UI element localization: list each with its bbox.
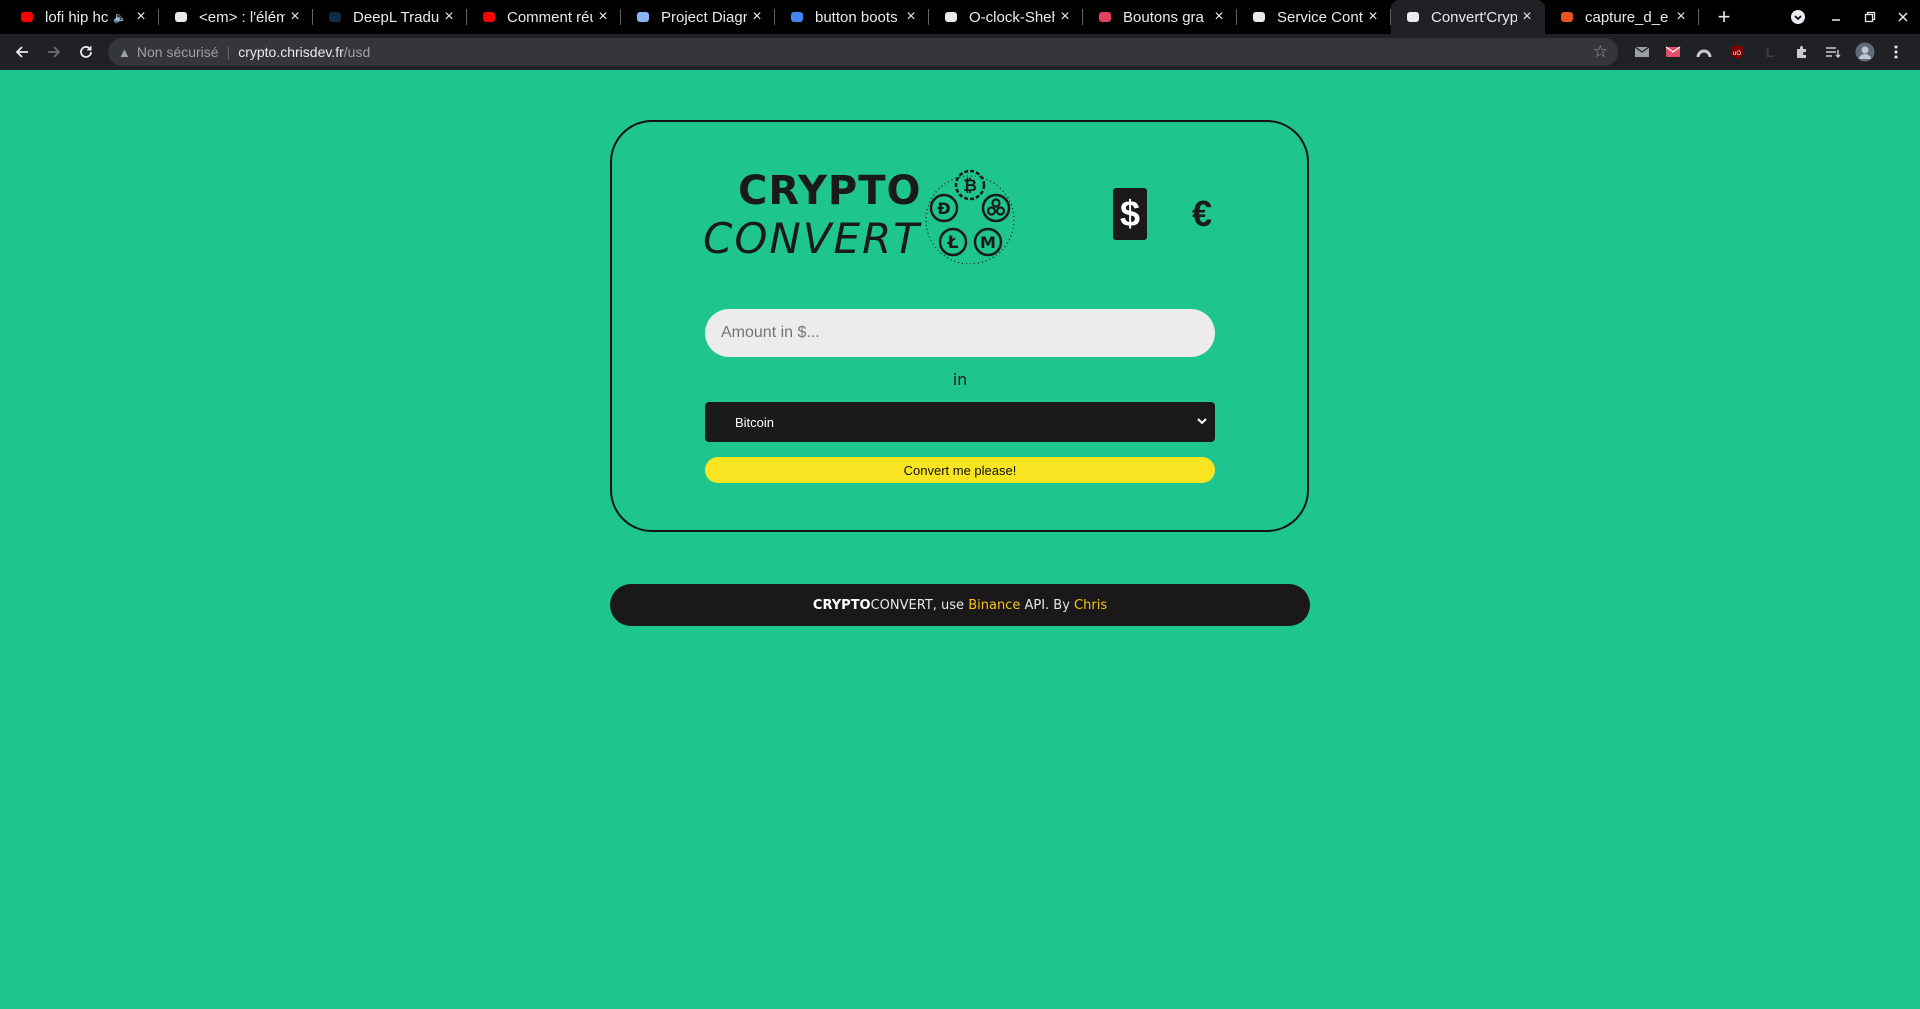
- svg-text:₿: ₿: [963, 176, 977, 196]
- hash-icon: [1097, 9, 1113, 25]
- tab-title: capture_d_e: [1585, 8, 1669, 26]
- mdn-icon: [173, 9, 189, 25]
- footer-brand-rest: CONVERT: [870, 597, 933, 613]
- google-icon: [789, 9, 805, 25]
- back-button[interactable]: [8, 38, 36, 66]
- security-label[interactable]: Non sécurisé: [137, 44, 219, 60]
- svg-text:Ð: Ð: [937, 199, 950, 218]
- tab-separator: [1698, 9, 1699, 25]
- youtube-icon: [19, 9, 35, 25]
- tab-title: Convert'Cryp: [1431, 8, 1517, 26]
- bookmark-star-icon[interactable]: ☆: [1593, 42, 1608, 62]
- url-divider: |: [226, 44, 231, 60]
- minimize-icon[interactable]: [1819, 0, 1853, 34]
- crypto-coins-icon: ₿ Ð Ł M: [925, 169, 1015, 264]
- tab-close-icon[interactable]: ×: [439, 8, 459, 26]
- usd-currency-button[interactable]: $: [1113, 188, 1147, 240]
- tab-title: Boutons gra: [1123, 8, 1204, 26]
- symfony-icon: [1251, 9, 1267, 25]
- youtube-icon: [481, 9, 497, 25]
- footer-text-by: API. By: [1020, 597, 1075, 613]
- arc-extension-icon[interactable]: [1694, 42, 1714, 62]
- deepl-icon: [327, 9, 343, 25]
- svg-text:Ł: Ł: [947, 233, 959, 253]
- reading-list-icon[interactable]: [1823, 42, 1843, 62]
- tab-9[interactable]: Service Conta ×: [1237, 0, 1391, 34]
- tab-title: O-clock-Sheh: [969, 8, 1055, 26]
- puzzle-extensions-icon[interactable]: [1792, 42, 1812, 62]
- convert-button[interactable]: Convert me please!: [705, 457, 1215, 483]
- tab-close-icon[interactable]: ×: [1055, 8, 1075, 26]
- tab-close-icon[interactable]: ×: [1671, 8, 1691, 26]
- footer-brand-bold: CRYPTO: [812, 597, 871, 613]
- globe-icon: [1405, 9, 1421, 25]
- browser-menu-icon[interactable]: [1886, 42, 1906, 62]
- new-tab-button[interactable]: +: [1710, 3, 1738, 31]
- tab-close-icon[interactable]: ×: [593, 8, 613, 26]
- footer-bar: CRYPTO CONVERT, use Binance API. By Chris: [610, 584, 1310, 626]
- ublock-extension-icon[interactable]: uO: [1727, 42, 1747, 62]
- address-bar[interactable]: ▲ Non sécurisé | crypto.chrisdev.fr /usd…: [108, 38, 1618, 66]
- tab-close-icon[interactable]: ×: [131, 8, 151, 26]
- gmail-extension-icon[interactable]: [1632, 42, 1652, 62]
- amount-input[interactable]: [705, 309, 1215, 357]
- tab-11[interactable]: capture_d_e ×: [1545, 0, 1699, 34]
- svg-text:uO: uO: [1733, 51, 1741, 57]
- forward-button[interactable]: [40, 38, 68, 66]
- reload-button[interactable]: [72, 38, 100, 66]
- logo-crypto-text: CRYPTO: [738, 168, 922, 214]
- tab-8[interactable]: Boutons gra ×: [1083, 0, 1237, 34]
- tab-title: Service Conta: [1277, 8, 1363, 26]
- tab-close-icon[interactable]: ×: [285, 8, 305, 26]
- in-label: in: [952, 370, 968, 389]
- flag-icon: [635, 9, 651, 25]
- eur-currency-button[interactable]: €: [1185, 190, 1219, 238]
- tab-title: DeepL Tradu: [353, 8, 439, 26]
- speaker-muted-icon[interactable]: 🔈: [113, 11, 131, 24]
- url-host: crypto.chrisdev.fr: [238, 44, 344, 60]
- tab-strip: lofi hip hc 🔈 × <em> : l'élém × DeepL Tradu × C…: [0, 0, 1920, 34]
- tab-title: button boots: [815, 8, 898, 26]
- crypto-select-value: Bitcoin: [735, 414, 775, 430]
- binance-link[interactable]: Binance: [968, 598, 1020, 613]
- tab-2[interactable]: <em> : l'élém ×: [159, 0, 313, 34]
- chevron-down-icon: [1197, 418, 1207, 425]
- tab-close-icon[interactable]: ×: [747, 8, 767, 26]
- close-window-icon[interactable]: [1886, 0, 1920, 34]
- tab-3[interactable]: DeepL Tradu ×: [313, 0, 467, 34]
- author-link[interactable]: Chris: [1074, 598, 1107, 613]
- tab-title: <em> : l'élém: [199, 8, 285, 26]
- github-icon: [943, 9, 959, 25]
- svg-text:M: M: [980, 233, 996, 252]
- tab-search-icon[interactable]: [1781, 0, 1815, 34]
- warning-icon[interactable]: ▲: [118, 45, 131, 60]
- logo-convert-text: CONVERT: [703, 214, 921, 263]
- restore-icon[interactable]: [1853, 0, 1887, 34]
- browser-toolbar: ▲ Non sécurisé | crypto.chrisdev.fr /usd…: [0, 34, 1920, 70]
- tab-6[interactable]: button boots ×: [775, 0, 929, 34]
- tab-close-icon[interactable]: ×: [1363, 8, 1383, 26]
- letter-l-extension-icon[interactable]: L: [1760, 42, 1780, 62]
- tab-close-icon[interactable]: ×: [901, 8, 921, 26]
- tab-7[interactable]: O-clock-Sheh ×: [929, 0, 1083, 34]
- mail-extension-icon[interactable]: [1663, 42, 1683, 62]
- tab-1[interactable]: lofi hip hc 🔈 ×: [5, 0, 159, 34]
- tab-4[interactable]: Comment réu ×: [467, 0, 621, 34]
- url-path: /usd: [343, 44, 371, 60]
- tab-title: Project Diagr: [661, 8, 747, 26]
- profile-avatar[interactable]: [1855, 42, 1875, 62]
- tab-close-icon[interactable]: ×: [1517, 8, 1537, 26]
- tab-10[interactable]: Convert'Cryp ×: [1391, 0, 1545, 34]
- tab-title: lofi hip hc: [45, 8, 109, 26]
- crypto-select[interactable]: Bitcoin: [705, 402, 1215, 442]
- tab-close-icon[interactable]: ×: [1209, 8, 1229, 26]
- tab-5[interactable]: Project Diagr ×: [621, 0, 775, 34]
- tab-title: Comment réu: [507, 8, 593, 26]
- ubuntu-icon: [1559, 9, 1575, 25]
- footer-text-use: , use: [932, 597, 969, 613]
